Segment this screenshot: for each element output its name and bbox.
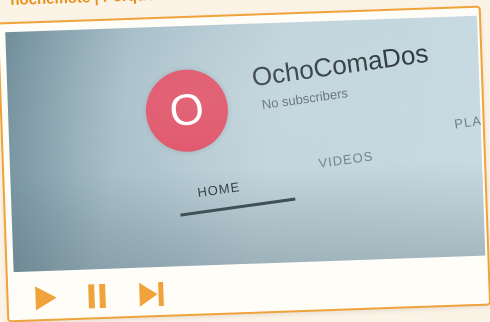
- channel-avatar[interactable]: O: [140, 64, 234, 158]
- tab-videos[interactable]: VIDEOS: [318, 148, 375, 171]
- next-track-icon[interactable]: [136, 278, 164, 311]
- avatar-letter: O: [166, 83, 208, 137]
- tab-playlists[interactable]: PLAY: [453, 112, 485, 132]
- active-tab-indicator: [180, 197, 296, 217]
- video-screen[interactable]: O OchoComaDos No subscribers HOME VIDEOS…: [5, 15, 486, 273]
- player-frame: O OchoComaDos No subscribers HOME VIDEOS…: [0, 5, 490, 322]
- play-icon[interactable]: [32, 282, 59, 315]
- playback-controls: [32, 274, 233, 315]
- tab-home[interactable]: HOME: [196, 179, 241, 200]
- channel-name: OchoComaDos: [249, 37, 431, 93]
- channel-header: O OchoComaDos No subscribers HOME VIDEOS…: [5, 16, 485, 270]
- pause-icon[interactable]: [84, 280, 111, 313]
- caption-text: nochemote | Porque nosotros: [10, 0, 223, 9]
